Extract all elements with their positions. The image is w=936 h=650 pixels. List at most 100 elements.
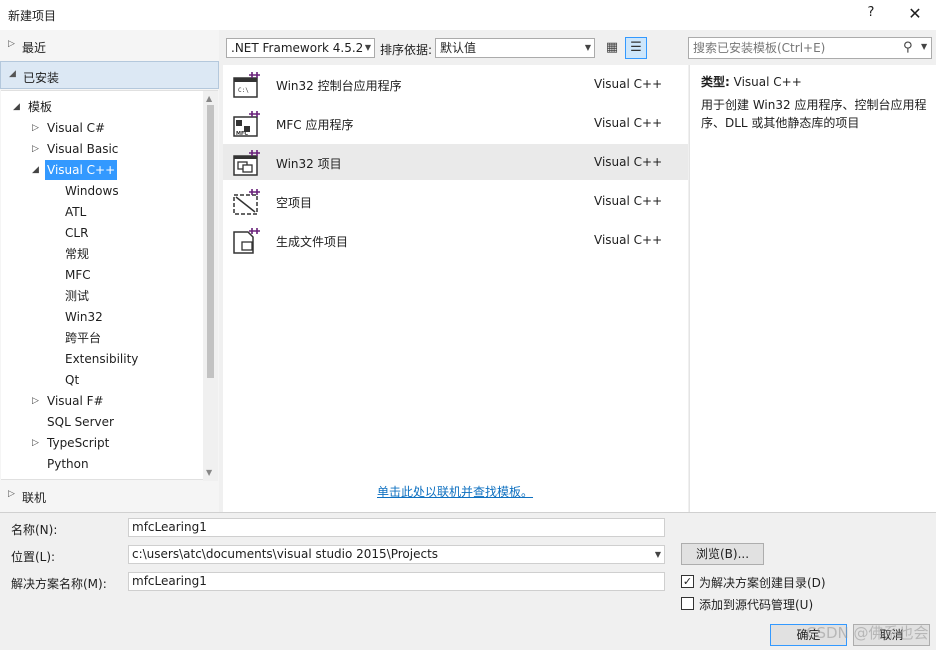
left-navigation-pane: ▷ 最近 ◢ 已安装 ◢ 模板 ▷ Visual C# ▷ Visual Bas… <box>0 30 219 512</box>
name-label: 名称(N): <box>11 523 58 537</box>
tree-item-visual-csharp[interactable]: ▷ Visual C# <box>32 118 107 138</box>
expand-arrow-icon[interactable]: ▷ <box>32 391 39 411</box>
create-directory-checkbox[interactable]: ✓ <box>681 575 694 588</box>
solution-name-label: 解决方案名称(M): <box>11 577 107 591</box>
tree-item-test[interactable]: 测试 <box>63 286 91 306</box>
template-type: 类型: Visual C++ <box>701 73 802 90</box>
template-name: 空项目 <box>276 196 313 210</box>
search-input[interactable] <box>693 40 898 56</box>
expand-arrow-icon[interactable]: ▷ <box>8 39 15 49</box>
template-language: Visual C++ <box>594 194 663 208</box>
collapse-arrow-icon[interactable]: ◢ <box>9 69 16 79</box>
tree-item-atl[interactable]: ATL <box>63 202 88 222</box>
empty-project-icon <box>233 189 260 215</box>
template-name: MFC 应用程序 <box>276 118 354 132</box>
location-field[interactable]: c:\users\atc\documents\visual studio 201… <box>128 545 665 564</box>
template-list: C:\ Win32 控制台应用程序 Visual C++ MFC MFC 应用程… <box>223 65 688 512</box>
location-label: 位置(L): <box>11 550 56 564</box>
tree-item-sql-server[interactable]: SQL Server <box>45 412 116 432</box>
sort-value: 默认值 <box>440 41 477 55</box>
svg-text:MFC: MFC <box>236 131 248 137</box>
solution-name-field[interactable]: mfcLearing1 <box>128 572 665 591</box>
template-language: Visual C++ <box>594 155 663 169</box>
list-view-button[interactable]: ☰ <box>625 37 647 59</box>
chevron-down-icon[interactable]: ▼ <box>655 546 661 563</box>
expand-arrow-icon[interactable]: ▷ <box>32 118 39 138</box>
chevron-down-icon: ▼ <box>364 43 371 52</box>
tree-item-templates[interactable]: ◢ 模板 <box>13 97 54 117</box>
template-row[interactable]: C:\ Win32 控制台应用程序 Visual C++ <box>223 66 688 102</box>
help-button[interactable]: ? <box>860 5 882 25</box>
template-name: 生成文件项目 <box>276 235 349 249</box>
find-templates-online-link[interactable]: 单击此处以联机并查找模板。 <box>377 483 533 500</box>
collapse-arrow-icon[interactable]: ◢ <box>32 160 39 180</box>
makefile-project-icon <box>233 228 260 254</box>
project-name-field[interactable]: mfcLearing1 <box>128 518 665 537</box>
tree-item-visual-fsharp[interactable]: ▷ Visual F# <box>32 391 106 411</box>
browse-button[interactable]: 浏览(B)... <box>681 543 764 565</box>
dialog-title: 新建项目 <box>8 9 57 23</box>
tree-item-cross-platform[interactable]: 跨平台 <box>63 328 103 348</box>
template-name: Win32 控制台应用程序 <box>276 79 402 93</box>
nav-installed[interactable]: ◢ 已安装 <box>0 61 219 89</box>
tree-item-visual-basic[interactable]: ▷ Visual Basic <box>32 139 120 159</box>
scrollbar-thumb[interactable] <box>207 105 214 378</box>
cancel-button[interactable]: 取消 <box>853 624 930 646</box>
tree-item-windows[interactable]: Windows <box>63 181 121 201</box>
nav-online[interactable]: ▷ 联机 <box>0 482 219 510</box>
framework-select[interactable]: .NET Framework 4.5.2 ▼ <box>226 38 375 58</box>
tree-scrollbar[interactable]: ▲ ▼ <box>203 91 218 481</box>
list-view-icon: ☰ <box>630 40 642 55</box>
win32-project-icon <box>233 150 260 176</box>
nav-recent-label: 最近 <box>22 41 47 55</box>
tree-item-qt[interactable]: Qt <box>63 370 81 390</box>
chevron-down-icon: ▼ <box>584 43 591 52</box>
template-row-selected[interactable]: Win32 项目 Visual C++ <box>223 144 688 180</box>
template-tree: ◢ 模板 ▷ Visual C# ▷ Visual Basic ◢ Visual… <box>1 90 218 481</box>
title-bar: 新建项目 ? ✕ <box>0 0 936 30</box>
nav-installed-label: 已安装 <box>23 71 60 85</box>
scroll-up-icon[interactable]: ▲ <box>206 94 212 103</box>
tree-item-clr[interactable]: CLR <box>63 223 90 243</box>
search-box[interactable]: ⚲ ▼ <box>688 37 932 59</box>
chevron-down-icon[interactable]: ▼ <box>921 42 927 51</box>
template-language: Visual C++ <box>594 77 663 91</box>
type-label: 类型: <box>701 75 730 89</box>
grid-view-button[interactable]: ▦ <box>602 38 622 58</box>
template-row[interactable]: 生成文件项目 Visual C++ <box>223 222 688 258</box>
collapse-arrow-icon[interactable]: ◢ <box>13 97 20 117</box>
project-settings-form: 名称(N): mfcLearing1 位置(L): c:\users\atc\d… <box>0 512 936 650</box>
tree-item-win32[interactable]: Win32 <box>63 307 105 327</box>
description-pane: 类型: Visual C++ 用于创建 Win32 应用程序、控制台应用程序、D… <box>689 65 936 512</box>
tree-item-general[interactable]: 常规 <box>63 244 91 264</box>
template-description: 用于创建 Win32 应用程序、控制台应用程序、DLL 或其他静态库的项目 <box>701 98 927 130</box>
scroll-down-icon[interactable]: ▼ <box>206 468 212 477</box>
tree-item-visual-cpp[interactable]: ◢ Visual C++ <box>32 160 118 180</box>
tree-item-extensibility[interactable]: Extensibility <box>63 349 140 369</box>
nav-recent[interactable]: ▷ 最近 <box>0 32 219 60</box>
tree-item-python[interactable]: Python <box>45 454 91 474</box>
tree-item-mfc[interactable]: MFC <box>63 265 93 285</box>
template-language: Visual C++ <box>594 116 663 130</box>
framework-value: .NET Framework 4.5.2 <box>231 41 364 55</box>
close-button[interactable]: ✕ <box>902 4 928 26</box>
console-app-icon: C:\ <box>233 72 260 98</box>
expand-arrow-icon[interactable]: ▷ <box>8 489 15 499</box>
template-row[interactable]: 空项目 Visual C++ <box>223 183 688 219</box>
sort-select[interactable]: 默认值 ▼ <box>435 38 595 58</box>
template-row[interactable]: MFC MFC 应用程序 Visual C++ <box>223 105 688 141</box>
tree-item-typescript[interactable]: ▷ TypeScript <box>32 433 111 453</box>
expand-arrow-icon[interactable]: ▷ <box>32 433 39 453</box>
location-value: c:\users\atc\documents\visual studio 201… <box>132 547 439 561</box>
mfc-app-icon: MFC <box>233 111 260 137</box>
expand-arrow-icon[interactable]: ▷ <box>32 139 39 159</box>
ok-button[interactable]: 确定 <box>770 624 847 646</box>
add-source-control-checkbox[interactable] <box>681 597 694 610</box>
nav-online-label: 联机 <box>22 491 47 505</box>
create-directory-label: 为解决方案创建目录(D) <box>699 576 826 590</box>
sort-label: 排序依据: <box>380 43 433 57</box>
add-source-control-label: 添加到源代码管理(U) <box>699 598 814 612</box>
svg-text:C:\: C:\ <box>238 87 249 94</box>
search-icon[interactable]: ⚲ <box>903 40 913 55</box>
grid-view-icon: ▦ <box>605 40 619 55</box>
